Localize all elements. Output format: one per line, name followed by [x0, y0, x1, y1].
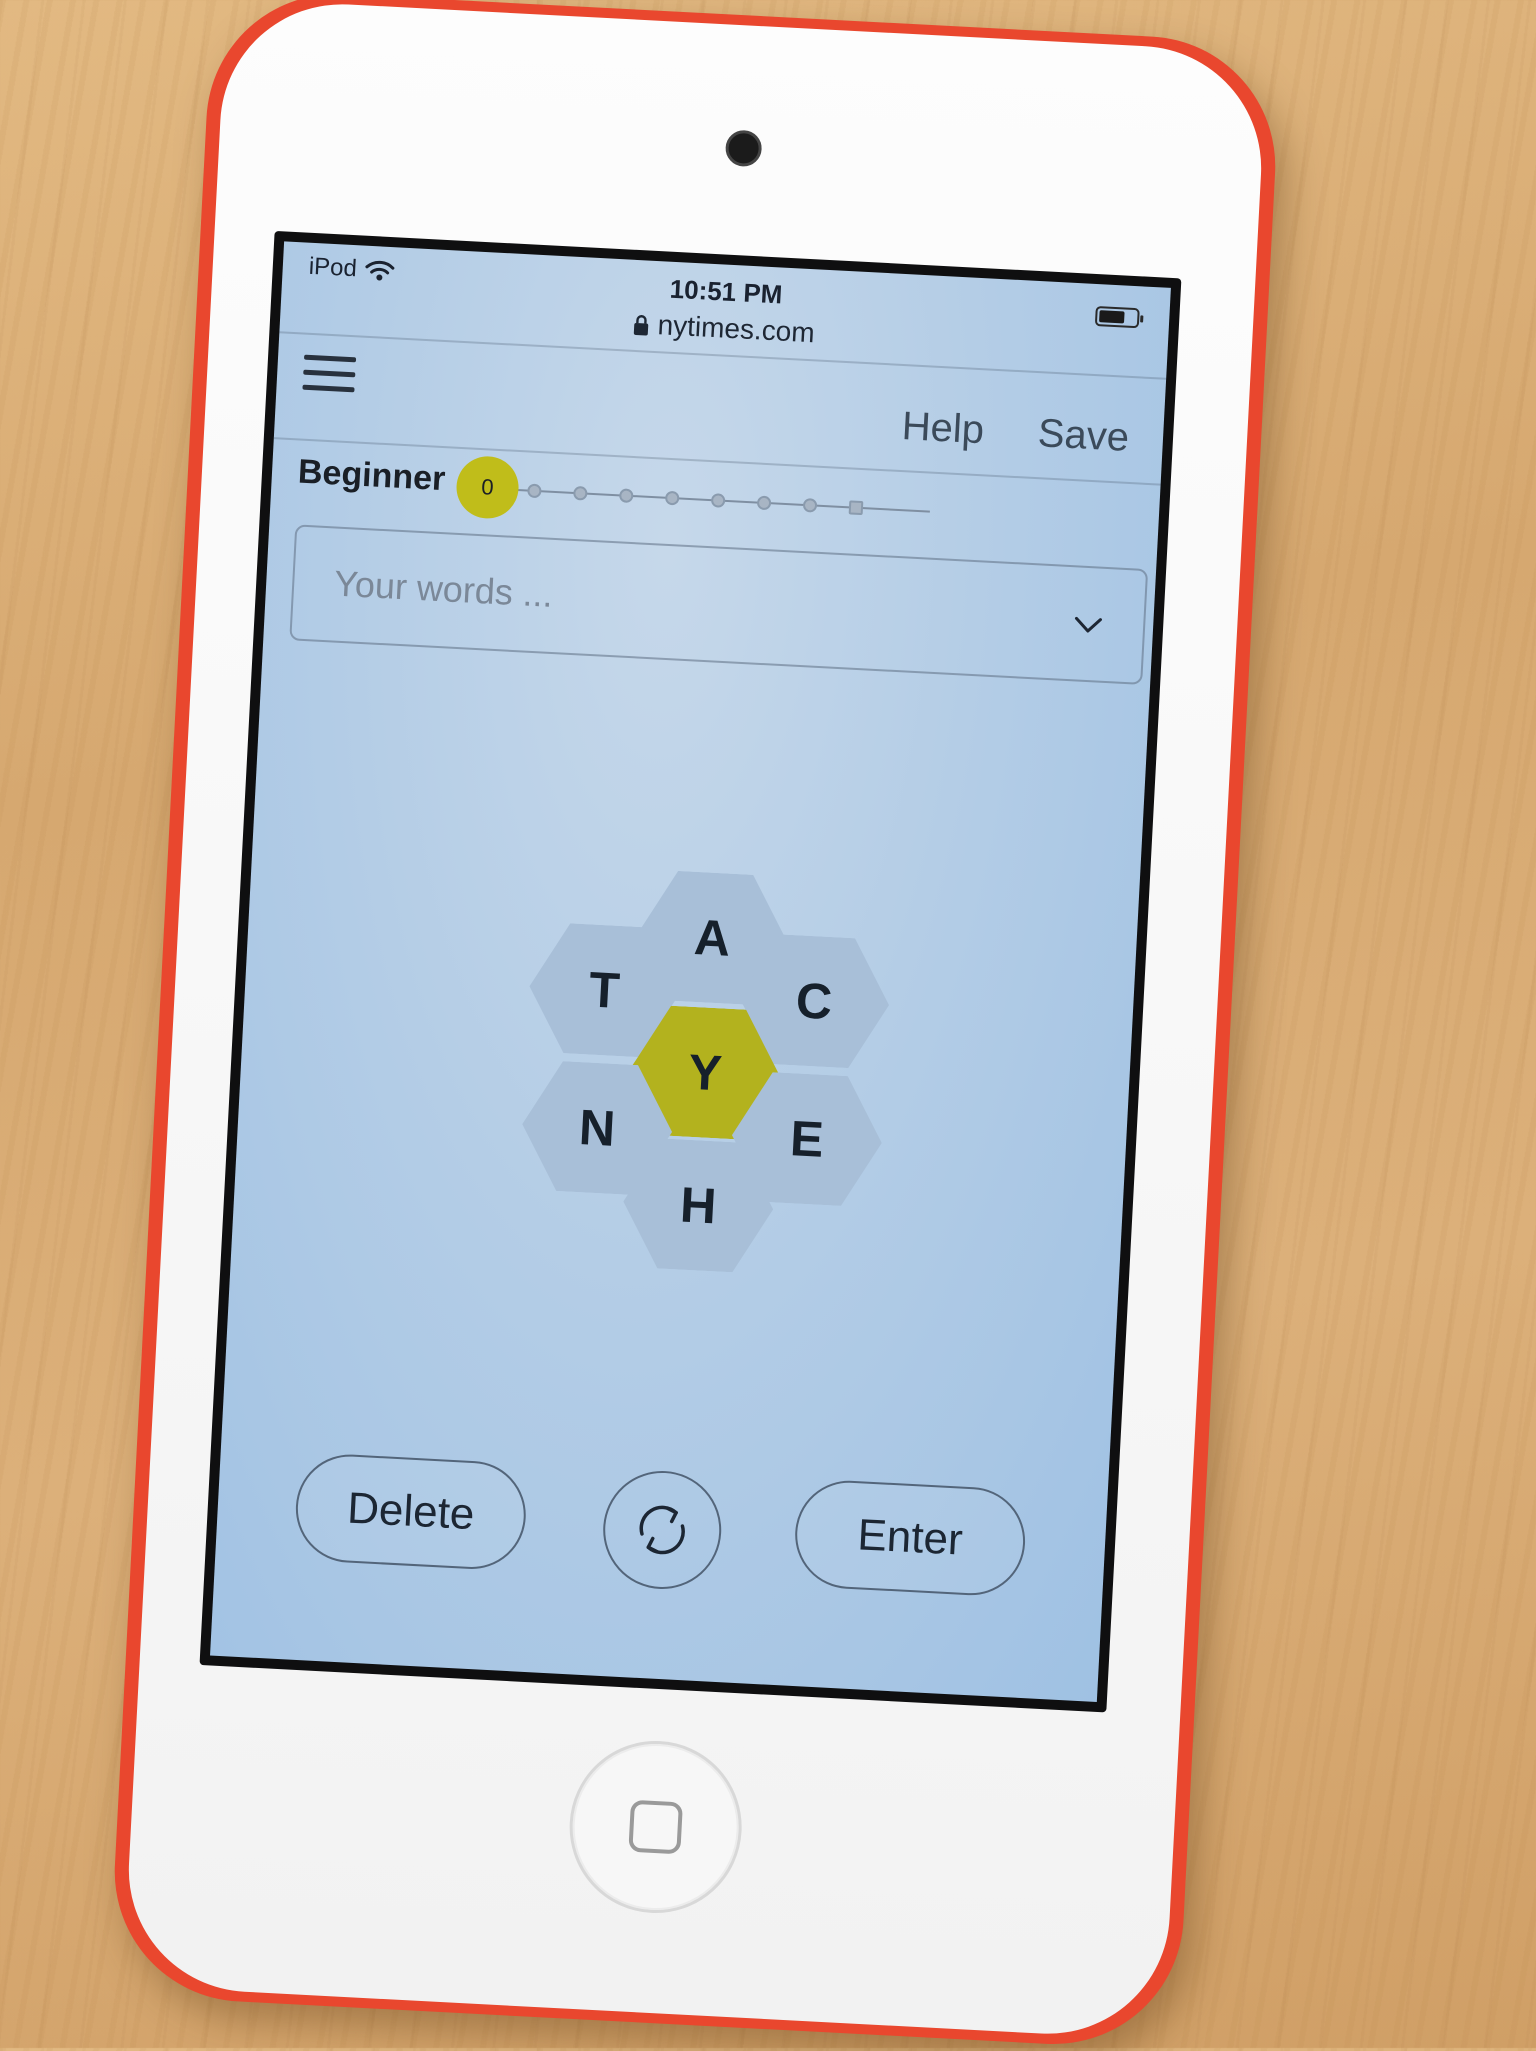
progress-dot [573, 485, 588, 501]
progress-dot [802, 497, 818, 513]
url-text: nytimes.com [656, 309, 816, 349]
lock-icon [634, 315, 649, 336]
progress-dot [527, 483, 542, 499]
rank-label: Beginner [297, 452, 447, 499]
save-link[interactable]: Save [1037, 411, 1130, 461]
app-display: iPod 10:51 PM nytimes.com Help Save Begi… [210, 241, 1171, 1702]
progress-dot [848, 500, 864, 516]
progress-dot [618, 488, 634, 504]
progress-dot [664, 490, 680, 506]
device-bezel: iPod 10:51 PM nytimes.com Help Save Begi… [122, 0, 1268, 2040]
score-marker: 0 [454, 454, 521, 520]
enter-button[interactable]: Enter [792, 1478, 1028, 1598]
battery-icon [1094, 306, 1144, 329]
home-square-icon [628, 1799, 683, 1855]
words-placeholder: Your words ... [333, 562, 554, 615]
front-camera [724, 129, 763, 168]
progress-dot [710, 493, 726, 508]
chevron-down-icon [1074, 616, 1102, 633]
shuffle-button[interactable] [600, 1467, 725, 1592]
shuffle-icon [639, 1505, 685, 1555]
hamburger-menu-icon[interactable] [302, 354, 357, 402]
battery-fill [1099, 310, 1125, 324]
progress-dot [756, 495, 772, 511]
letter-hive: A T C Y N E H [515, 863, 875, 1280]
help-link[interactable]: Help [901, 404, 985, 453]
ipod-device: iPod 10:51 PM nytimes.com Help Save Begi… [108, 0, 1282, 2051]
screen-frame: iPod 10:51 PM nytimes.com Help Save Begi… [199, 230, 1182, 1713]
delete-button[interactable]: Delete [293, 1451, 529, 1572]
header-links: Help Save [901, 404, 1130, 461]
controls-row: Delete Enter [215, 1448, 1108, 1604]
battery-tip [1140, 315, 1144, 323]
home-button[interactable] [565, 1736, 747, 1918]
